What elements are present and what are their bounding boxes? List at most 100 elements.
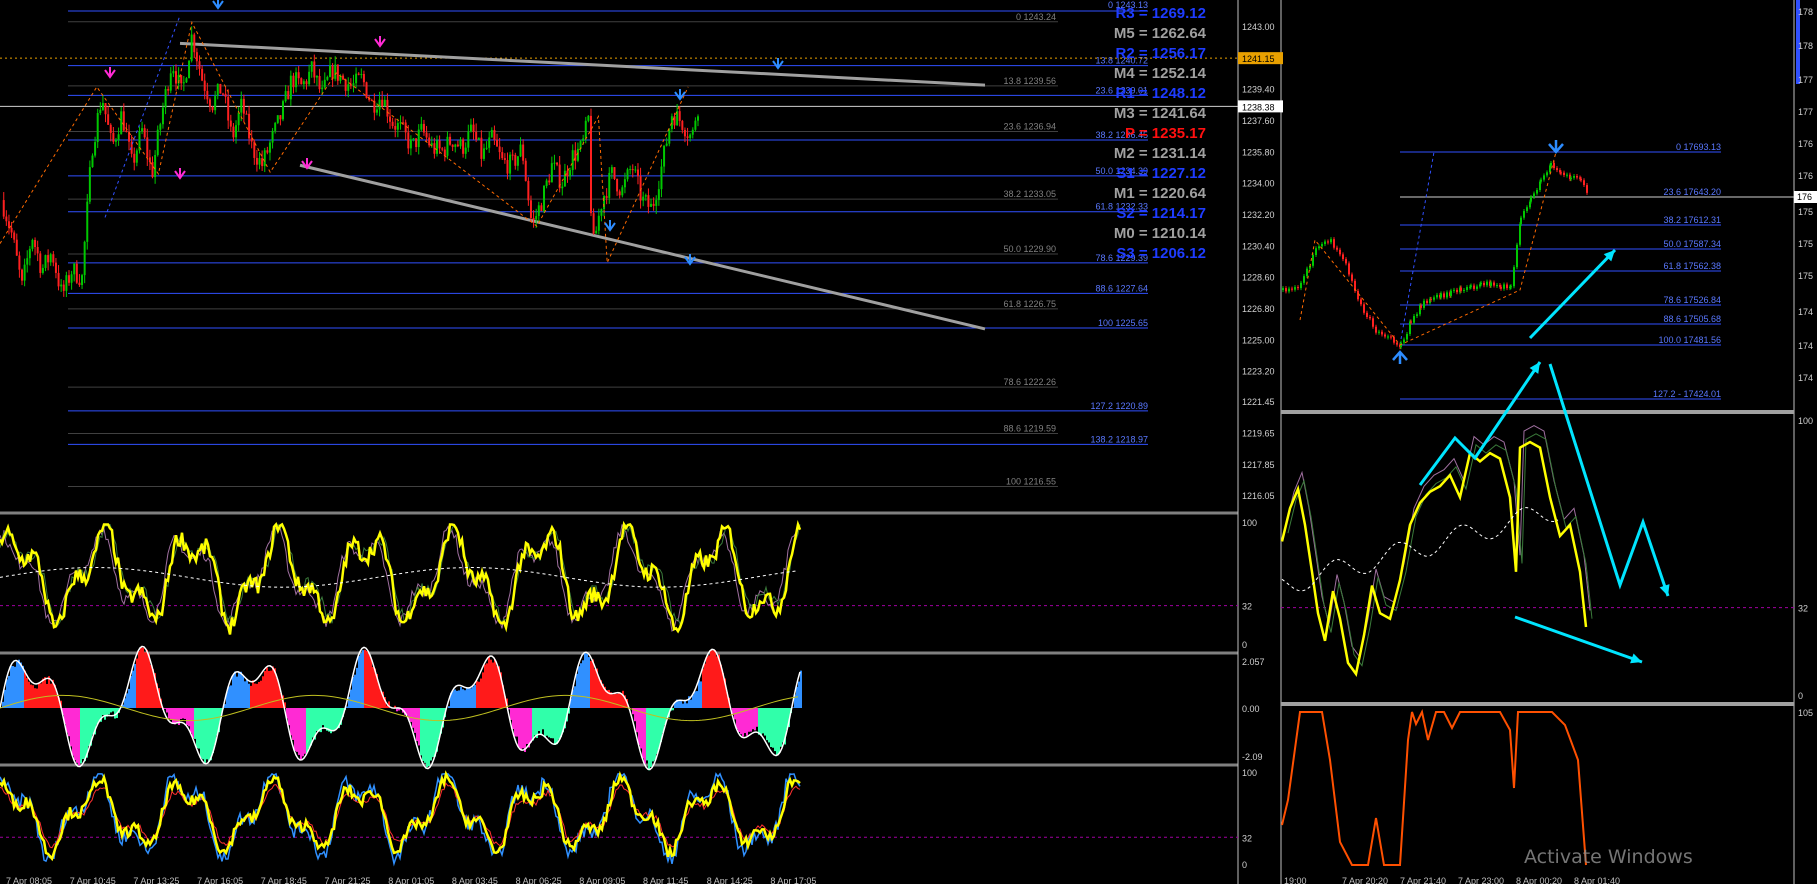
price-tick: 1217.85 bbox=[1242, 460, 1275, 470]
time-tick: 8 Apr 01:40 bbox=[1574, 876, 1620, 884]
histogram-bar bbox=[776, 708, 778, 756]
histogram-bar bbox=[310, 708, 312, 746]
histogram-bar bbox=[482, 672, 484, 708]
time-tick: 7 Apr 08:05 bbox=[6, 876, 52, 884]
candle-body bbox=[595, 230, 598, 234]
candle-body bbox=[1493, 282, 1495, 286]
histogram-bar bbox=[428, 708, 430, 767]
candle-body bbox=[86, 201, 89, 242]
candle-body bbox=[143, 128, 146, 138]
candle-body bbox=[1519, 224, 1521, 245]
candle-body bbox=[1433, 297, 1435, 300]
candle-body bbox=[1536, 189, 1538, 194]
candle-body bbox=[469, 124, 472, 132]
candle-body bbox=[180, 75, 183, 84]
histogram-bar bbox=[294, 708, 296, 751]
candle-body bbox=[647, 195, 650, 207]
histogram-bar bbox=[260, 680, 262, 708]
histogram-bar bbox=[658, 708, 660, 749]
histogram-bar bbox=[778, 708, 780, 754]
histogram-bar bbox=[756, 708, 758, 727]
histogram-bar bbox=[588, 657, 590, 708]
candle-body bbox=[125, 130, 128, 133]
pivot-label: M5 = 1262.64 bbox=[1114, 25, 1207, 42]
price-tick: 1219.65 bbox=[1242, 429, 1275, 439]
candle-body bbox=[352, 83, 355, 86]
candle-body bbox=[623, 179, 626, 188]
candle-body bbox=[441, 148, 444, 150]
candle-body bbox=[99, 109, 102, 114]
histogram-bar bbox=[680, 701, 682, 708]
candle-body bbox=[529, 200, 532, 218]
time-tick: 8 Apr 11:45 bbox=[643, 876, 688, 884]
candle-body bbox=[70, 274, 73, 283]
osc-tick: 32 bbox=[1242, 833, 1252, 843]
candle-body bbox=[532, 217, 535, 220]
time-tick: 7 Apr 10:45 bbox=[70, 876, 116, 884]
histogram-bar bbox=[18, 659, 20, 708]
histogram-bar bbox=[638, 708, 640, 745]
trading-charts-canvas[interactable]: 0 1243.2413.8 1240.7213.8 1239.5623.6 12… bbox=[0, 0, 1817, 884]
candle-body bbox=[67, 275, 70, 283]
candle-body bbox=[344, 79, 347, 91]
candle-body bbox=[1366, 312, 1368, 317]
candle-body bbox=[663, 145, 666, 167]
time-tick: 8 Apr 03:45 bbox=[452, 876, 498, 884]
candle-body bbox=[1516, 244, 1518, 268]
histogram-bar bbox=[652, 708, 654, 762]
histogram-bar bbox=[762, 708, 764, 734]
histogram-bar bbox=[132, 670, 134, 708]
histogram-bar bbox=[548, 708, 550, 738]
histogram-bar bbox=[300, 708, 302, 761]
candle-body bbox=[211, 106, 214, 111]
candle-body bbox=[1563, 172, 1565, 176]
histogram-bar bbox=[230, 685, 232, 708]
candle-body bbox=[203, 80, 206, 91]
candle-body bbox=[169, 73, 172, 91]
candle-body bbox=[232, 126, 235, 138]
candle-body bbox=[1342, 254, 1344, 260]
candle-body bbox=[1375, 326, 1377, 333]
candle-body bbox=[493, 130, 496, 140]
candle-body bbox=[425, 132, 428, 138]
pivot-label: R2 = 1256.17 bbox=[1116, 45, 1207, 62]
candle-body bbox=[449, 136, 452, 145]
candle-body bbox=[548, 180, 551, 183]
candle-body bbox=[1430, 298, 1432, 300]
candle-body bbox=[1288, 288, 1290, 292]
histogram-bar bbox=[32, 685, 34, 708]
histogram-bar bbox=[276, 677, 278, 708]
candle-body bbox=[503, 158, 506, 161]
candle-body bbox=[592, 213, 595, 234]
histogram-bar bbox=[82, 708, 84, 760]
candle-body bbox=[1303, 276, 1305, 283]
candle-body bbox=[1300, 282, 1302, 289]
time-tick: 8 Apr 09:05 bbox=[579, 876, 625, 884]
candle-body bbox=[104, 103, 107, 115]
candle-body bbox=[584, 120, 587, 139]
histogram-bar bbox=[682, 703, 684, 708]
fib-label: 138.2 1218.97 bbox=[1090, 434, 1148, 444]
candle-body bbox=[188, 60, 191, 79]
histogram-bar bbox=[414, 708, 416, 733]
candle-body bbox=[1496, 285, 1498, 287]
candle-body bbox=[396, 123, 399, 130]
histogram-bar bbox=[768, 708, 770, 743]
candle-body bbox=[284, 91, 287, 102]
candle-body bbox=[1453, 289, 1455, 291]
candle-body bbox=[248, 113, 251, 139]
candle-body bbox=[326, 76, 329, 80]
candle-body bbox=[1321, 244, 1323, 247]
histogram-bar bbox=[244, 681, 246, 708]
histogram-bar bbox=[622, 690, 624, 708]
histogram-bar bbox=[694, 691, 696, 708]
fib-label: 38.2 17612.31 bbox=[1663, 215, 1721, 225]
candle-body bbox=[626, 169, 629, 180]
price-tick: 1221.45 bbox=[1242, 397, 1275, 407]
histogram-bar bbox=[30, 684, 32, 708]
candle-body bbox=[644, 195, 647, 197]
candle-body bbox=[636, 169, 639, 177]
histogram-bar bbox=[368, 654, 370, 708]
candle-body bbox=[1312, 254, 1314, 266]
candle-body bbox=[587, 115, 590, 121]
